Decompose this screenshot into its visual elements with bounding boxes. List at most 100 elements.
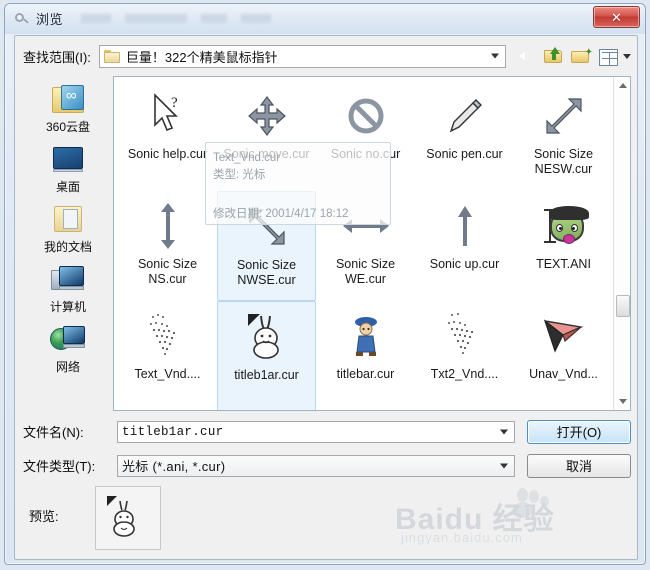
browse-dialog-window: 浏览 ✕ 查找范围(I): 巨量！322个精美鼠标指针 ✦ ∞ 360云盘 桌面… bbox=[4, 3, 646, 565]
computer-icon bbox=[50, 264, 86, 296]
scroll-up-button[interactable] bbox=[614, 77, 630, 94]
file-item[interactable]: Sonic Size WE.cur bbox=[316, 191, 415, 301]
cursor-txt2-vnd-icon bbox=[435, 305, 495, 367]
file-item[interactable]: TEXT.ANI bbox=[514, 191, 613, 301]
svg-text:?: ? bbox=[171, 95, 178, 111]
file-item[interactable]: titlebar.cur bbox=[316, 301, 415, 410]
folder-icon bbox=[103, 49, 120, 63]
main-area: 360云盘 桌面 我的文档 计算机 网络 bbox=[23, 76, 631, 411]
place-item-documents[interactable]: 我的文档 bbox=[26, 204, 110, 255]
file-item[interactable]: Sonic Size NS.cur bbox=[118, 191, 217, 301]
places-bar: 360云盘 桌面 我的文档 计算机 网络 bbox=[23, 76, 113, 411]
cursor-pen-icon bbox=[435, 85, 495, 147]
path-combobox[interactable]: 巨量！322个精美鼠标指针 bbox=[98, 44, 506, 68]
cloud-drive-icon bbox=[50, 84, 86, 116]
new-folder-button[interactable]: ✦ bbox=[571, 45, 593, 67]
desktop-icon bbox=[50, 144, 86, 176]
file-item[interactable]: Unav_Vnd... bbox=[514, 301, 613, 410]
chevron-down-icon[interactable] bbox=[623, 53, 631, 59]
file-name: titleb1ar.cur bbox=[234, 368, 299, 382]
place-label: 360云盘 bbox=[45, 120, 91, 134]
path-text: 巨量！322个精美鼠标指针 bbox=[125, 49, 278, 65]
blur-chunk bbox=[201, 14, 228, 23]
filename-label: 文件名(N): bbox=[23, 425, 84, 440]
file-item[interactable]: Sonic Size NWSE.cur bbox=[217, 191, 316, 301]
cursor-bunny-icon bbox=[237, 306, 297, 368]
vertical-scrollbar[interactable] bbox=[613, 77, 630, 410]
file-name: Sonic Size NWSE.cur bbox=[236, 258, 297, 287]
file-name: Sonic help.cur bbox=[127, 147, 208, 161]
cursor-up-icon bbox=[435, 195, 495, 257]
file-name: Sonic Size WE.cur bbox=[335, 257, 396, 286]
place-item-desktop[interactable]: 桌面 bbox=[26, 144, 110, 195]
file-name: Sonic Size NESW.cur bbox=[533, 147, 594, 176]
place-label: 我的文档 bbox=[43, 240, 92, 254]
place-item-computer[interactable]: 计算机 bbox=[26, 264, 110, 315]
place-label: 桌面 bbox=[55, 180, 80, 194]
up-folder-button[interactable] bbox=[543, 45, 565, 67]
file-name: Sonic Size NS.cur bbox=[137, 257, 198, 286]
close-button[interactable]: ✕ bbox=[593, 6, 640, 28]
scroll-down-icon bbox=[618, 399, 627, 404]
title-left-group: 浏览 bbox=[14, 9, 272, 28]
place-item-cloud[interactable]: 360云盘 bbox=[26, 84, 110, 135]
filename-row: 文件名(N): titleb1ar.cur 打开(O) bbox=[23, 418, 631, 445]
cursor-size-nesw-icon bbox=[534, 85, 594, 147]
scroll-down-button[interactable] bbox=[614, 393, 630, 410]
blur-chunk bbox=[125, 14, 188, 23]
file-row: ? Sonic help.cur Sonic move.cur Sonic no… bbox=[118, 81, 613, 191]
filetype-row: 文件类型(T): 光标 (*.ani, *.cur) 取消 bbox=[23, 452, 631, 479]
scroll-thumb[interactable] bbox=[616, 295, 630, 317]
file-name: Sonic pen.cur bbox=[426, 147, 503, 161]
chevron-down-icon[interactable] bbox=[500, 429, 508, 434]
file-item[interactable]: titleb1ar.cur bbox=[217, 301, 316, 410]
file-name: Sonic move.cur bbox=[223, 147, 310, 161]
place-label: 网络 bbox=[55, 360, 80, 374]
close-icon: ✕ bbox=[611, 9, 622, 25]
back-button[interactable] bbox=[515, 45, 537, 67]
filename-value: titleb1ar.cur bbox=[122, 424, 224, 439]
magnifier-icon bbox=[14, 11, 30, 27]
filetype-value: 光标 (*.ani, *.cur) bbox=[122, 459, 226, 474]
file-item[interactable]: Sonic move.cur bbox=[217, 81, 316, 191]
watermark-sub: jingyan.baidu.com bbox=[401, 530, 523, 545]
scroll-up-icon bbox=[618, 83, 627, 88]
network-icon bbox=[50, 324, 86, 356]
my-documents-icon bbox=[50, 204, 86, 236]
title-bar: 浏览 ✕ bbox=[5, 4, 645, 34]
blur-chunk bbox=[81, 14, 112, 23]
cursor-help-icon: ? bbox=[138, 85, 198, 147]
file-item[interactable]: Txt2_Vnd.... bbox=[415, 301, 514, 410]
file-row: Text_Vnd.... titleb1ar.cur titlebar.cur … bbox=[118, 301, 613, 410]
file-item[interactable]: Sonic pen.cur bbox=[415, 81, 514, 191]
place-label: 计算机 bbox=[49, 300, 86, 314]
file-item[interactable]: ? Sonic help.cur bbox=[118, 81, 217, 191]
cursor-bunny-preview-icon bbox=[106, 495, 146, 541]
look-in-row: 查找范围(I): 巨量！322个精美鼠标指针 ✦ bbox=[15, 36, 639, 76]
chevron-down-icon[interactable] bbox=[491, 53, 499, 59]
file-name: Text_Vnd.... bbox=[134, 367, 201, 381]
views-button[interactable] bbox=[599, 49, 618, 66]
dialog-body: 查找范围(I): 巨量！322个精美鼠标指针 ✦ ∞ 360云盘 桌面 我的文档… bbox=[14, 35, 638, 560]
file-name: Unav_Vnd... bbox=[529, 367, 598, 381]
chevron-down-icon[interactable] bbox=[500, 463, 508, 468]
preview-area: 预览: Baidu 经验 jingyan.baidu.com bbox=[23, 484, 631, 554]
cancel-button[interactable]: 取消 bbox=[527, 453, 631, 478]
file-item[interactable]: Sonic up.cur bbox=[415, 191, 514, 301]
file-row: Sonic Size NS.cur Sonic Size NWSE.cur So… bbox=[118, 191, 613, 301]
file-item[interactable]: Sonic no.cur bbox=[316, 81, 415, 191]
filetype-select[interactable]: 光标 (*.ani, *.cur) bbox=[117, 454, 515, 477]
filename-input[interactable]: titleb1ar.cur bbox=[117, 420, 515, 443]
preview-label: 预览: bbox=[29, 509, 59, 524]
file-name: Txt2_Vnd.... bbox=[430, 367, 499, 381]
open-button[interactable]: 打开(O) bbox=[527, 419, 631, 444]
file-item[interactable]: Sonic Size NESW.cur bbox=[514, 81, 613, 191]
cursor-size-we-icon bbox=[336, 195, 396, 257]
file-item[interactable]: Text_Vnd.... bbox=[118, 301, 217, 410]
place-item-network[interactable]: 网络 bbox=[26, 324, 110, 375]
file-list[interactable]: ? Sonic help.cur Sonic move.cur Sonic no… bbox=[113, 76, 631, 411]
form-area: 文件名(N): titleb1ar.cur 打开(O) 文件类型(T): 光标 … bbox=[23, 418, 631, 486]
cursor-no-icon bbox=[336, 85, 396, 147]
file-name: titlebar.cur bbox=[336, 367, 395, 381]
look-in-label: 查找范围(I): bbox=[23, 49, 91, 65]
